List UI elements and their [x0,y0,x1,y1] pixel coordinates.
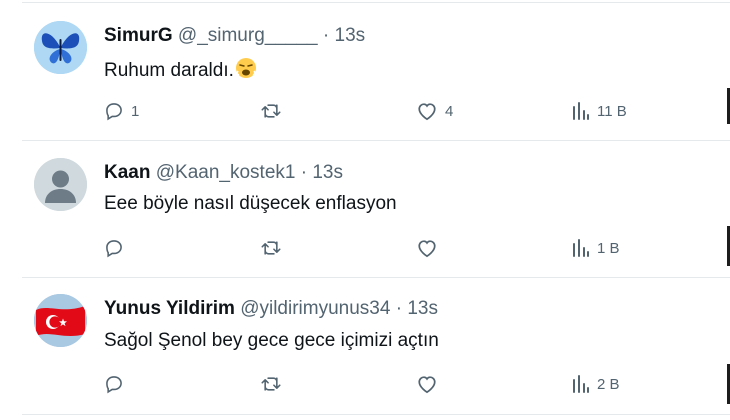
tweet-actions: 1 B [104,235,644,261]
views-count: 2 B [597,375,620,393]
tweet-actions: 1 4 11 B [104,98,644,124]
views-count: 1 B [597,239,620,257]
reply-feed: SimurG @_simurg_____ · 13s Ruhum daraldı… [0,0,730,420]
reply-button[interactable]: 1 [104,98,139,124]
divider [22,414,730,415]
views-chart-icon [573,239,589,257]
tweet-text-content: Ruhum daraldı. [104,60,234,81]
display-name[interactable]: Kaan [104,162,150,183]
reply-tweet[interactable]: SimurG @_simurg_____ · 13s Ruhum daraldı… [0,0,730,138]
reply-tweet[interactable]: Kaan @Kaan_kostek1 · 13s Eee böyle nasıl… [0,140,730,278]
like-button[interactable]: 4 [416,98,453,124]
reply-button[interactable] [104,371,131,397]
separator-dot: · [300,162,308,183]
retweet-button[interactable] [260,98,289,124]
tweet-actions: 2 B [104,371,644,397]
display-name[interactable]: Yunus Yildirim [104,298,235,319]
tweet-text: Eee böyle nasıl düşecek enflasyon [104,193,397,214]
avatar[interactable] [34,158,87,211]
views-button[interactable]: 11 B [572,98,627,124]
user-handle[interactable]: @yildirimyunus34 [240,298,390,319]
reply-button[interactable] [104,235,131,261]
views-count: 11 B [597,102,627,120]
reply-icon [106,103,122,121]
user-handle[interactable]: @_simurg_____ [178,25,318,46]
user-handle[interactable]: @Kaan_kostek1 [156,162,296,183]
heart-icon [418,376,436,394]
timestamp[interactable]: 13s [335,25,366,46]
reply-icon [106,376,122,394]
like-count: 4 [445,102,454,120]
retweet-button[interactable] [260,235,289,261]
reply-tweet[interactable]: Yunus Yildirim @yildirimyunus34 · 13s Sa… [0,277,730,415]
weary-face-emoji-icon [235,58,256,78]
reply-icon [106,240,122,258]
retweet-icon [261,104,281,118]
tweet-text: Ruhum daraldı. [104,57,257,83]
reply-count: 1 [131,102,140,120]
heart-icon [418,103,436,121]
retweet-icon [261,241,281,255]
views-chart-icon [573,102,589,120]
default-profile-icon [34,158,87,211]
retweet-button[interactable] [260,371,289,397]
avatar[interactable] [34,21,87,74]
turkish-flag-icon [34,294,87,347]
butterfly-icon [34,21,87,74]
like-button[interactable] [416,235,445,261]
tweet-text: Sağol Şenol bey gece gece içimizi açtın [104,330,439,351]
separator-dot: · [322,25,330,46]
views-chart-icon [573,375,589,393]
timestamp[interactable]: 13s [312,162,343,183]
heart-icon [418,240,436,258]
like-button[interactable] [416,371,445,397]
display-name[interactable]: SimurG [104,25,173,46]
views-button[interactable]: 1 B [572,235,620,261]
avatar[interactable] [34,294,87,347]
separator-dot: · [395,298,403,319]
views-button[interactable]: 2 B [572,371,620,397]
retweet-icon [261,377,281,391]
timestamp[interactable]: 13s [407,298,438,319]
